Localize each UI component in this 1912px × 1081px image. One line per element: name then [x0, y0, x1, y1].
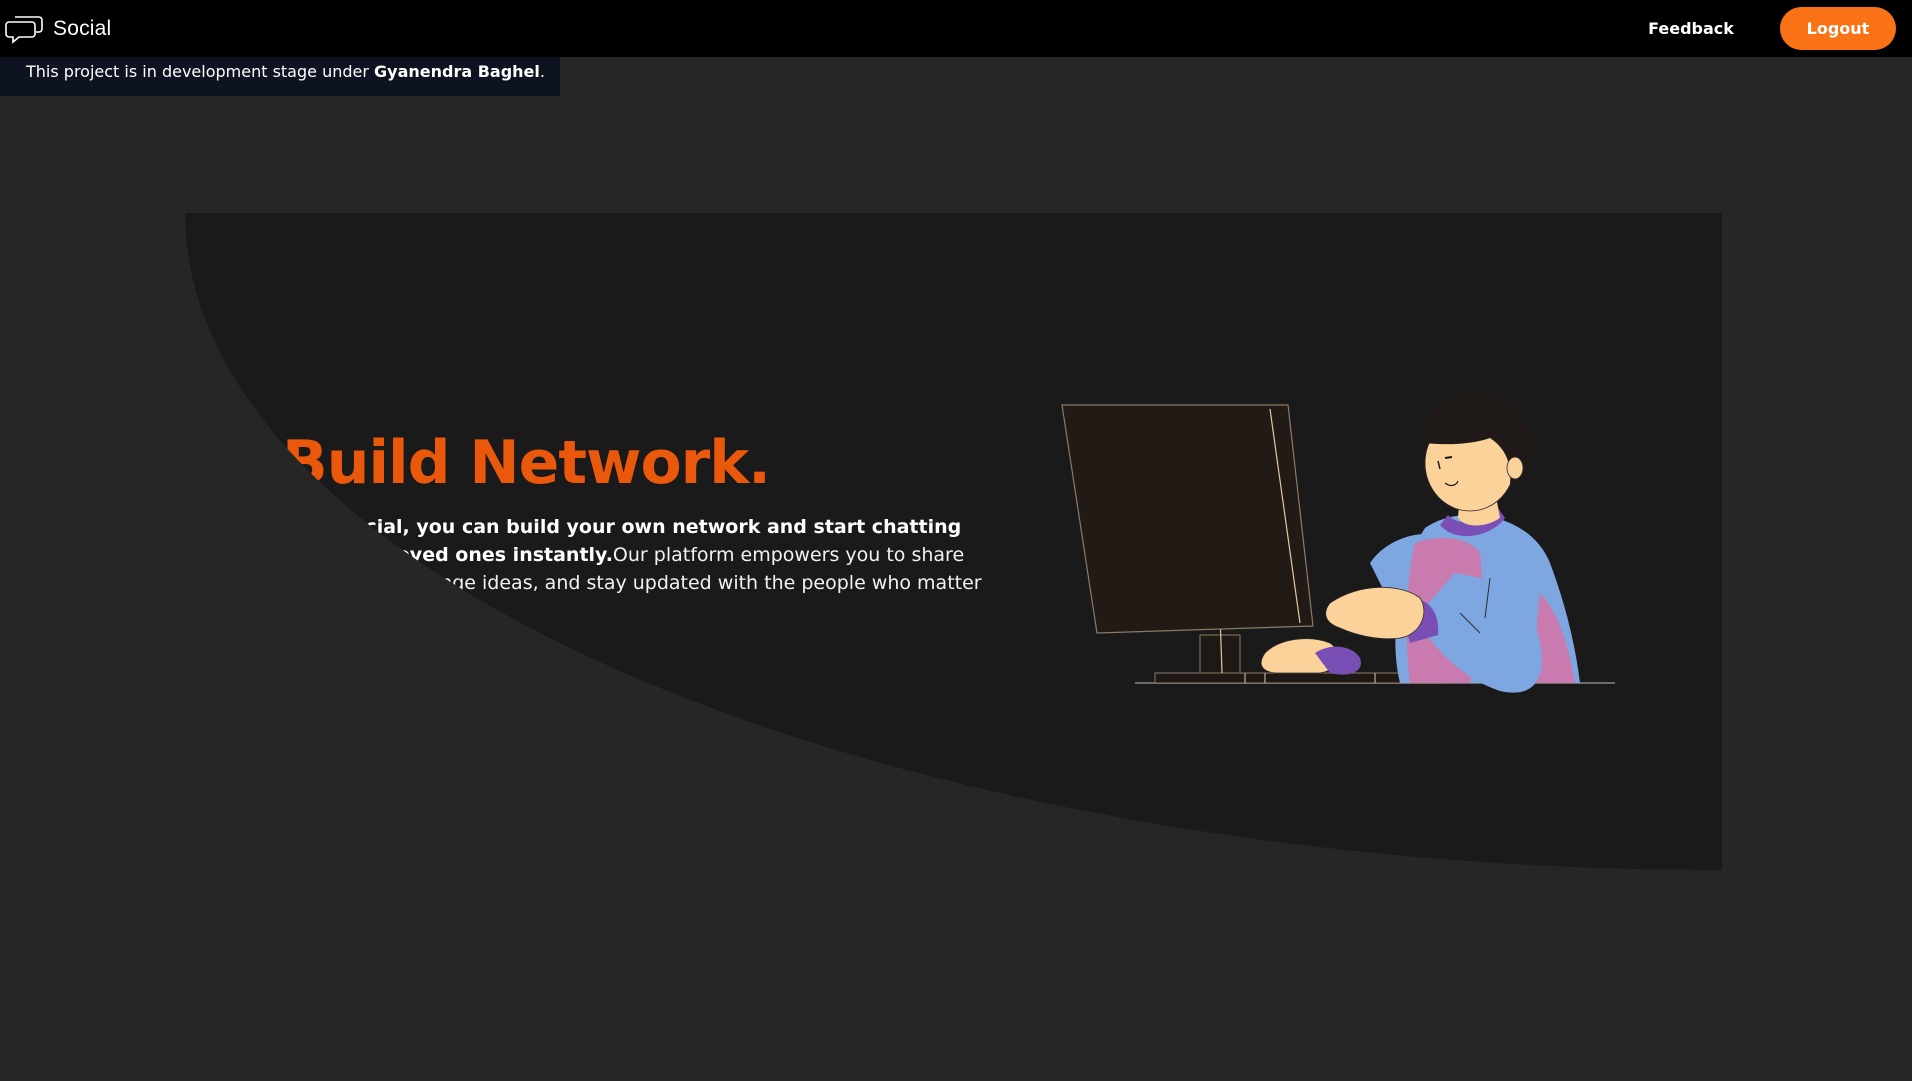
- banner-author: Gyanendra Baghel: [374, 62, 540, 81]
- hero-section: Build Network. With Social, you can buil…: [185, 213, 1722, 870]
- banner-period: .: [539, 62, 545, 81]
- person-at-computer-illustration: [1060, 373, 1620, 743]
- join-now-button[interactable]: Join Now: [282, 612, 424, 655]
- top-navbar: Social Feedback Logout: [0, 0, 1912, 57]
- hero-title: Build Network.: [282, 428, 771, 498]
- brand-name: Social: [53, 17, 112, 40]
- banner-text: This project is in development stage und…: [26, 62, 375, 81]
- chat-bubbles-icon: [5, 14, 45, 44]
- hero-description: With Social, you can build your own netw…: [282, 513, 982, 625]
- brand-logo-link[interactable]: Social: [5, 12, 111, 46]
- feedback-link[interactable]: Feedback: [1632, 17, 1750, 41]
- development-notice-banner: This project is in development stage und…: [0, 57, 560, 96]
- logout-button[interactable]: Logout: [1780, 7, 1896, 50]
